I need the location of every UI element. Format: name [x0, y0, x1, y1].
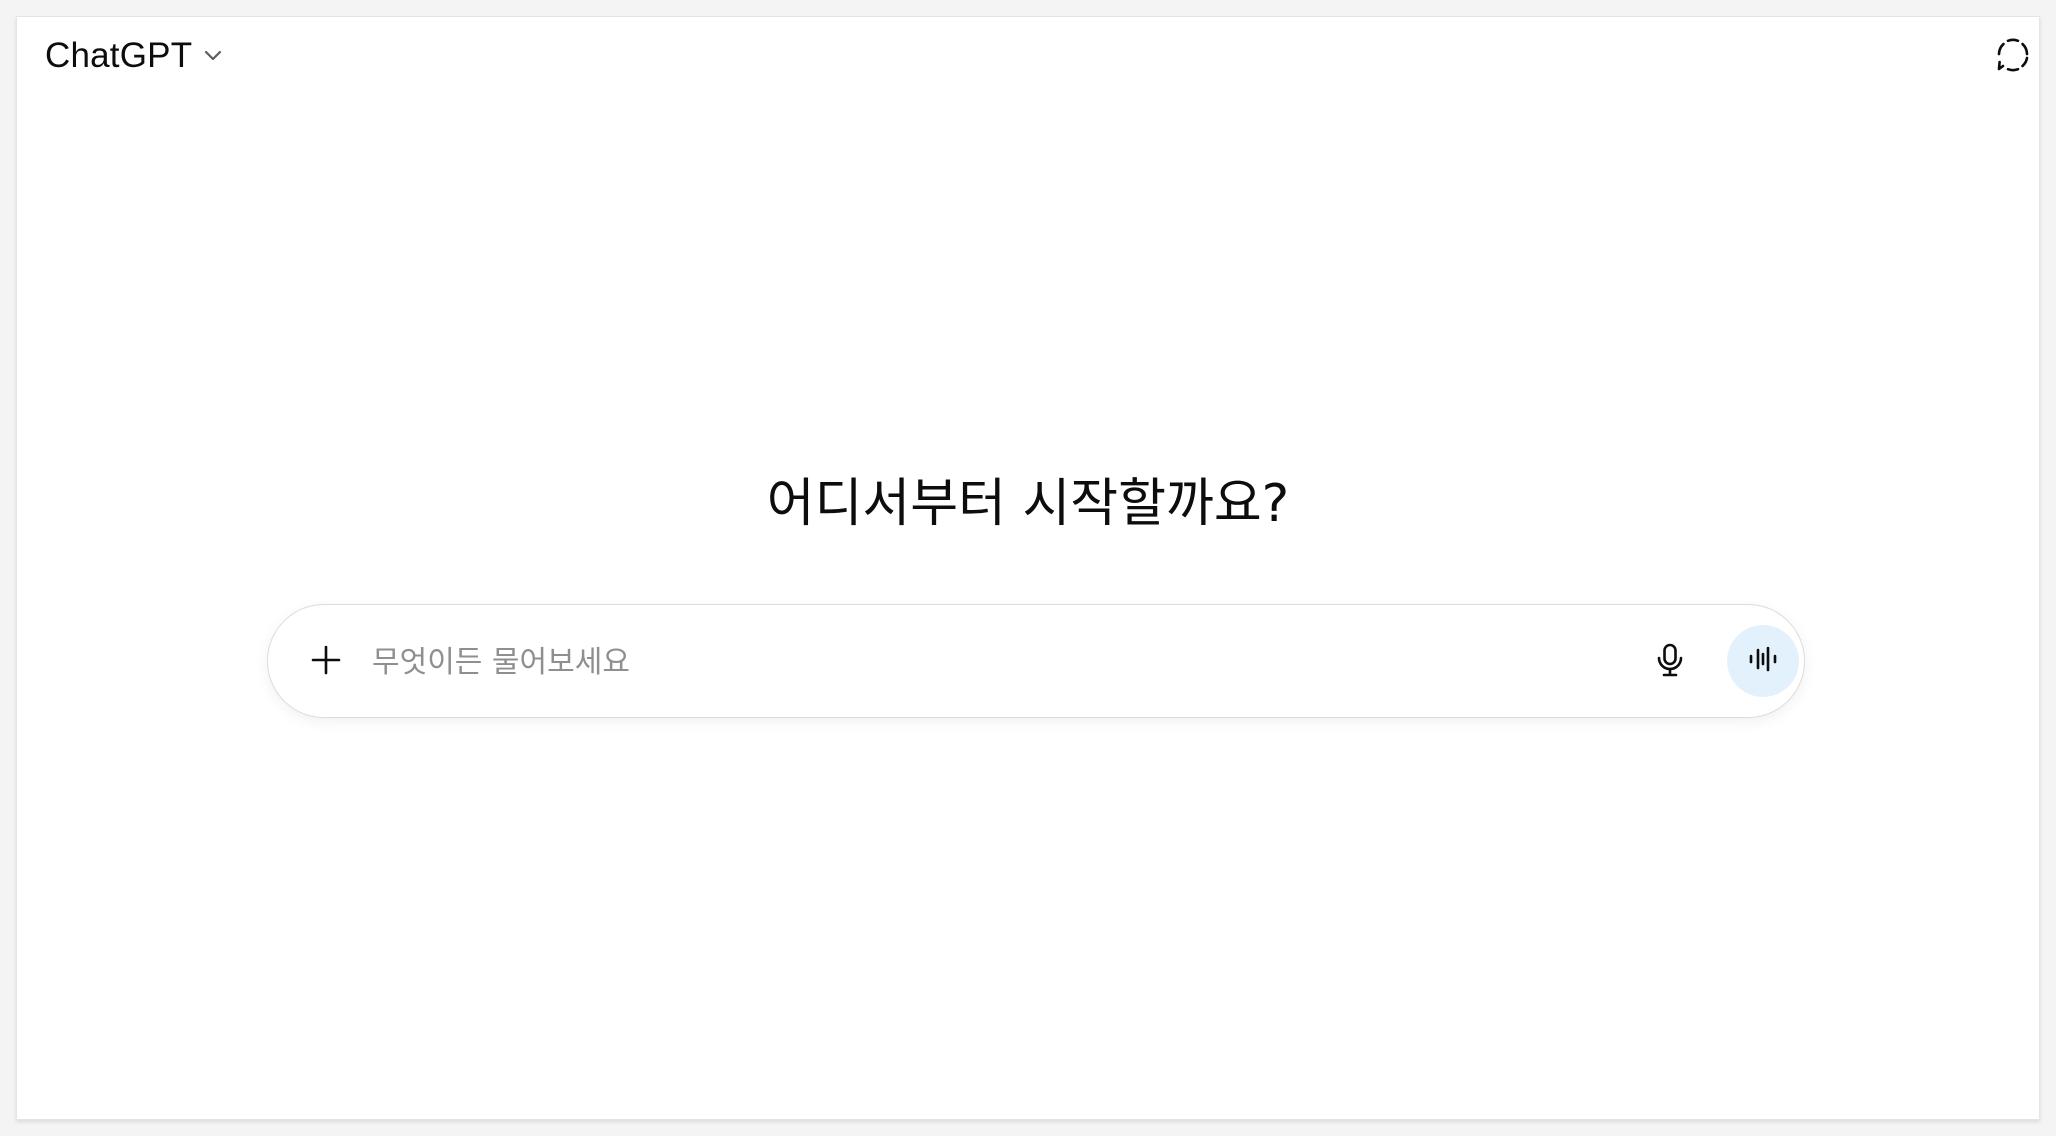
dashed-bubble-icon	[1995, 37, 2031, 77]
microphone-icon	[1654, 642, 1686, 682]
voice-mode-button[interactable]	[1727, 625, 1799, 697]
voice-waveform-icon	[1747, 645, 1779, 677]
page-title: 어디서부터 시작할까요?	[766, 474, 1290, 534]
plus-icon	[309, 643, 343, 681]
model-switcher-button[interactable]: ChatGPT	[37, 27, 232, 83]
dictate-button[interactable]	[1644, 636, 1696, 688]
model-name: ChatGPT	[45, 35, 193, 75]
attach-button[interactable]	[300, 636, 352, 688]
prompt-input[interactable]	[372, 635, 1622, 689]
chevron-down-icon	[202, 44, 224, 66]
temporary-chat-button[interactable]	[1987, 31, 2039, 83]
chat-window: ChatGPT 어디서부터 시작할까요?	[16, 16, 2040, 1120]
prompt-composer	[267, 604, 1805, 718]
